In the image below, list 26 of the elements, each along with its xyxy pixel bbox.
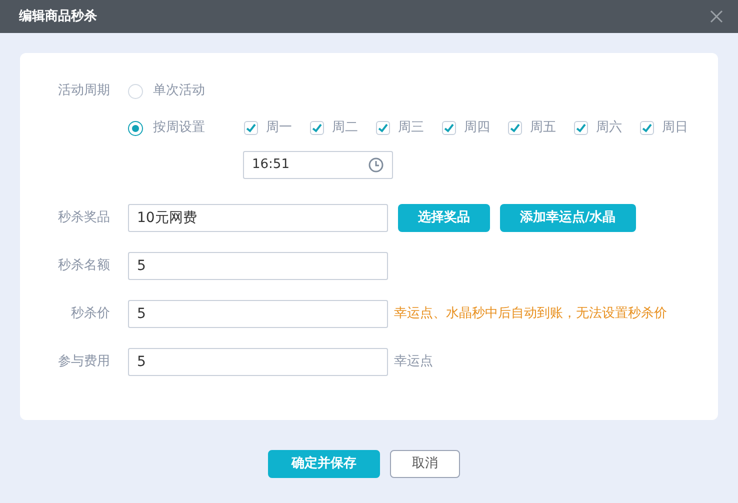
weekday-label[interactable]: 周五: [530, 118, 556, 138]
field-label: 秒杀奖品: [57, 209, 110, 228]
input-field[interactable]: 5: [128, 300, 388, 328]
field-note: 幸运点、水晶秒中后自动到账，无法设置秒杀价: [394, 305, 667, 324]
weekday-label[interactable]: 周六: [596, 118, 622, 138]
cancel-button[interactable]: 取消: [390, 450, 460, 478]
radio-label[interactable]: 单次活动: [153, 81, 205, 101]
weekday-label[interactable]: 周一: [266, 118, 292, 138]
weekday-label[interactable]: 周三: [398, 118, 424, 138]
input-field[interactable]: 5: [128, 348, 388, 376]
weekday-label[interactable]: 周日: [662, 118, 688, 138]
field-note: 幸运点: [394, 353, 433, 372]
input-field[interactable]: 5: [128, 252, 388, 280]
weekday-label[interactable]: 周四: [464, 118, 490, 138]
save-button[interactable]: 确定并保存: [268, 450, 380, 478]
input-field[interactable]: 10元网费: [128, 204, 388, 232]
action-button[interactable]: 添加幸运点/水晶: [500, 204, 636, 232]
field-label: 秒杀名额: [57, 257, 110, 276]
window-title: 编辑商品秒杀: [19, 8, 97, 26]
field-label: 参与费用: [57, 353, 110, 372]
radio-label[interactable]: 按周设置: [153, 118, 205, 138]
action-button[interactable]: 选择奖品: [398, 204, 490, 232]
time-field[interactable]: 16:51: [243, 151, 393, 179]
weekday-label[interactable]: 周二: [332, 118, 358, 138]
field-label: 活动周期: [57, 82, 110, 100]
field-label: 秒杀价: [70, 305, 110, 324]
